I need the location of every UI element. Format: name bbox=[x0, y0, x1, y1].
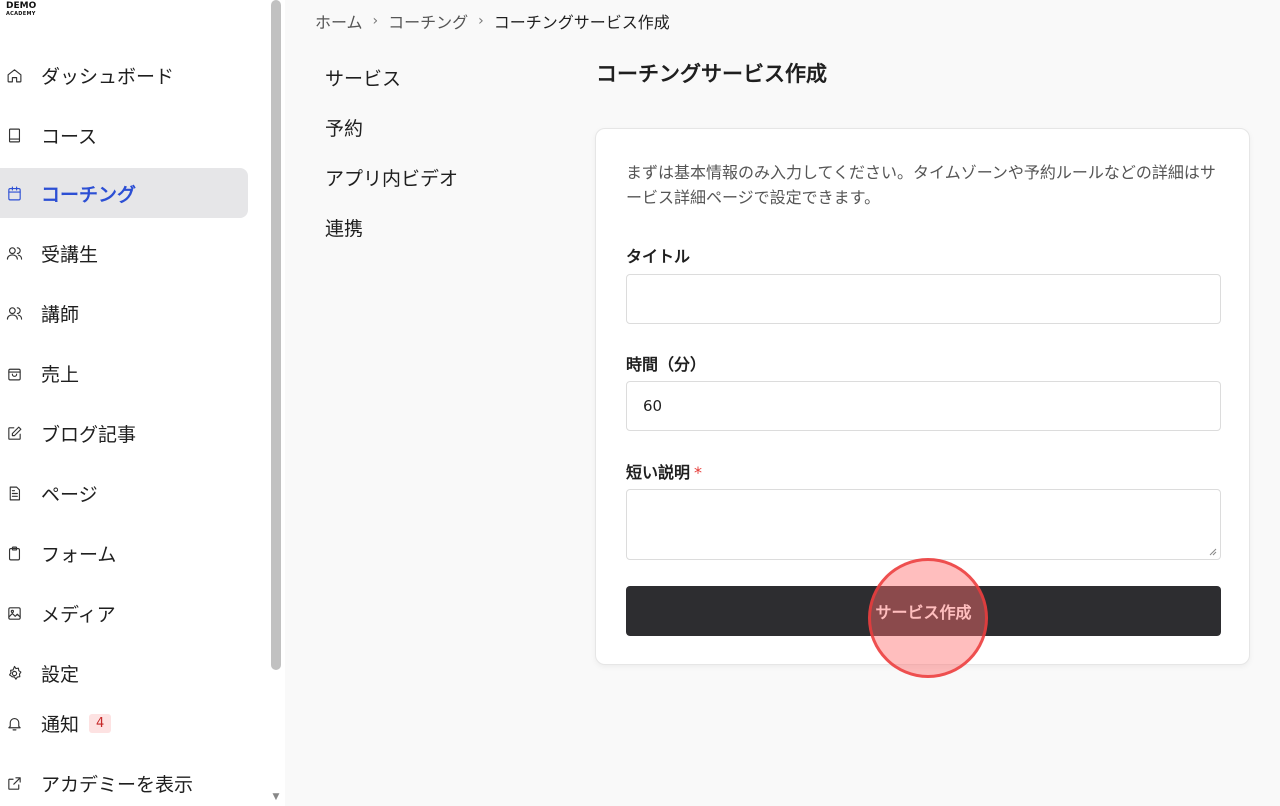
breadcrumb-separator-icon: › bbox=[372, 13, 379, 29]
edit-icon bbox=[3, 422, 25, 444]
sidebar-item-label: ページ bbox=[41, 483, 98, 506]
subnav-item-in-app-video[interactable]: アプリ内ビデオ bbox=[325, 166, 458, 216]
scroll-down-arrow-icon[interactable]: ▼ bbox=[271, 792, 281, 802]
sidebar-item-label: 受講生 bbox=[41, 243, 99, 266]
calendar-icon bbox=[3, 182, 25, 204]
duration-label: 時間（分） bbox=[626, 355, 707, 374]
bell-icon bbox=[3, 712, 25, 734]
home-icon bbox=[3, 64, 25, 86]
sidebar: DEMO ACADEMY ダッシュボード コース コーチング 受講生 講師 売上 bbox=[0, 0, 285, 806]
sidebar-item-notifications[interactable]: 通知 4 bbox=[0, 698, 248, 748]
users-icon bbox=[3, 242, 25, 264]
sidebar-item-label: 設定 bbox=[41, 663, 80, 686]
external-link-icon bbox=[3, 772, 25, 794]
subnav-item-services[interactable]: サービス bbox=[325, 66, 458, 116]
sidebar-item-label: コーチング bbox=[41, 183, 137, 206]
service-form-card: まずは基本情報のみ入力してください。タイムゾーンや予約ルールなどの詳細はサービス… bbox=[595, 128, 1250, 665]
sidebar-item-instructors[interactable]: 講師 bbox=[0, 288, 248, 338]
clipboard-icon bbox=[3, 542, 25, 564]
bag-icon bbox=[3, 362, 25, 384]
title-label: タイトル bbox=[626, 247, 691, 266]
subnav-item-integrations[interactable]: 連携 bbox=[325, 216, 458, 266]
description-label-text: 短い説明 bbox=[626, 463, 691, 482]
book-icon bbox=[3, 124, 25, 146]
breadcrumb-home[interactable]: ホーム bbox=[315, 9, 363, 33]
sidebar-item-dashboard[interactable]: ダッシュボード bbox=[0, 50, 248, 100]
sidebar-item-label: 通知 bbox=[41, 713, 80, 736]
form-intro-text: まずは基本情報のみ入力してください。タイムゾーンや予約ルールなどの詳細はサービス… bbox=[626, 163, 1216, 207]
sidebar-item-forms[interactable]: フォーム bbox=[0, 528, 248, 578]
sidebar-item-label: メディア bbox=[41, 603, 116, 626]
sidebar-item-label: 売上 bbox=[41, 363, 80, 386]
description-textarea[interactable] bbox=[626, 489, 1221, 560]
create-service-button[interactable]: サービス作成 bbox=[626, 586, 1221, 636]
file-icon bbox=[3, 482, 25, 504]
sidebar-item-label: コース bbox=[41, 125, 98, 148]
description-label: 短い説明 * bbox=[626, 459, 702, 483]
breadcrumb: ホーム › コーチング › コーチングサービス作成 bbox=[315, 9, 670, 33]
required-asterisk: * bbox=[694, 463, 703, 482]
breadcrumb-coaching[interactable]: コーチング bbox=[388, 9, 468, 33]
coaching-subnav: サービス 予約 アプリ内ビデオ 連携 bbox=[325, 66, 458, 266]
page-title: コーチングサービス作成 bbox=[596, 62, 827, 86]
sidebar-item-settings[interactable]: 設定 bbox=[0, 648, 248, 698]
sidebar-item-view-academy[interactable]: アカデミーを表示 bbox=[0, 758, 248, 806]
notification-count-badge: 4 bbox=[89, 713, 112, 733]
logo-line2: ACADEMY bbox=[6, 11, 36, 17]
sidebar-item-sales[interactable]: 売上 bbox=[0, 348, 248, 398]
title-input[interactable] bbox=[626, 274, 1221, 324]
sidebar-item-pages[interactable]: ページ bbox=[0, 468, 248, 518]
gear-icon bbox=[3, 662, 25, 684]
sidebar-item-media[interactable]: メディア bbox=[0, 588, 248, 638]
sidebar-item-coaching[interactable]: コーチング bbox=[0, 168, 248, 218]
logo-line1: DEMO bbox=[6, 1, 37, 11]
academy-logo[interactable]: DEMO ACADEMY bbox=[6, 2, 36, 18]
resize-handle-icon[interactable] bbox=[1209, 548, 1217, 556]
breadcrumb-current: コーチングサービス作成 bbox=[493, 13, 670, 32]
sidebar-item-label: フォーム bbox=[41, 543, 117, 566]
sidebar-item-label: ダッシュボード bbox=[41, 65, 175, 88]
sidebar-item-label: ブログ記事 bbox=[41, 423, 137, 446]
sidebar-item-label: 講師 bbox=[41, 303, 80, 326]
sidebar-item-label: アカデミーを表示 bbox=[41, 773, 194, 796]
subnav-item-bookings[interactable]: 予約 bbox=[325, 116, 458, 166]
users-icon bbox=[3, 302, 25, 324]
sidebar-item-blog[interactable]: ブログ記事 bbox=[0, 408, 248, 458]
sidebar-item-students[interactable]: 受講生 bbox=[0, 228, 248, 278]
duration-input[interactable]: 60 bbox=[626, 381, 1221, 431]
sidebar-scrollbar[interactable] bbox=[271, 0, 281, 670]
image-icon bbox=[3, 602, 25, 624]
breadcrumb-separator-icon: › bbox=[478, 13, 484, 29]
sidebar-item-courses[interactable]: コース bbox=[0, 110, 248, 160]
